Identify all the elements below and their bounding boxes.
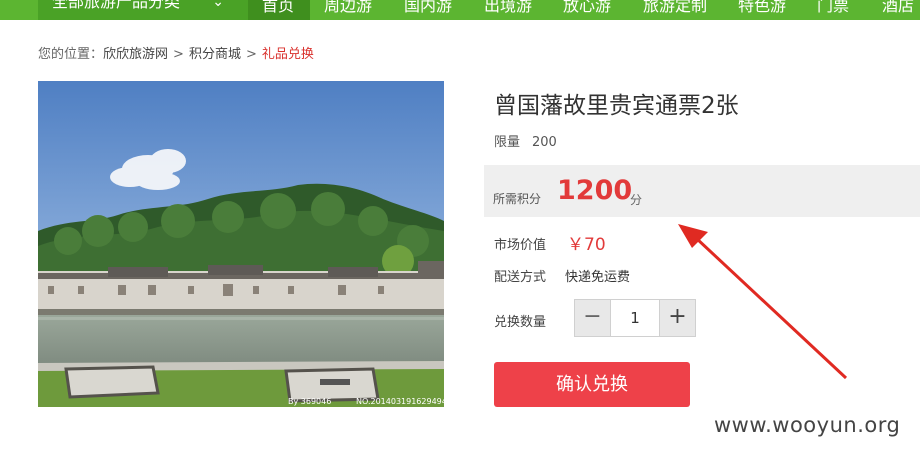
quantity-increase-button[interactable]: + xyxy=(659,300,695,336)
nav-item-featured[interactable]: 特色游 xyxy=(738,0,786,20)
nav-item-outbound[interactable]: 出境游 xyxy=(484,0,532,20)
product-title: 曾国藩故里贵宾通票2张 xyxy=(494,93,739,119)
shipping-value: 快递免运费 xyxy=(565,270,631,285)
product-image: By 369046 NO.201403191629494 xyxy=(38,81,444,407)
confirm-exchange-button[interactable]: 确认兑换 xyxy=(494,362,690,407)
chevron-down-icon: ⌄ xyxy=(212,0,224,10)
site-watermark: www.wooyun.org xyxy=(714,413,901,437)
nav-item-domestic[interactable]: 国内游 xyxy=(404,0,452,20)
market-value: ￥70 xyxy=(567,235,606,255)
nav-item-worry-free[interactable]: 放心游 xyxy=(563,0,611,20)
nav-item-home[interactable]: 首页 xyxy=(248,0,310,20)
quantity-decrease-button[interactable]: − xyxy=(575,300,611,336)
image-watermark-author: By 369046 xyxy=(288,397,332,406)
breadcrumb-current: 礼品兑换 xyxy=(261,47,314,62)
category-dropdown-label: 全部旅游产品分类 xyxy=(52,0,181,11)
shipping-label: 配送方式 xyxy=(494,270,547,285)
quantity-input[interactable] xyxy=(612,300,658,336)
points-label: 所需积分 xyxy=(493,192,542,206)
quantity-label: 兑换数量 xyxy=(494,315,547,330)
limit-row: 限量 200 xyxy=(494,131,557,150)
nav-item-tickets[interactable]: 门票 xyxy=(817,0,849,20)
points-value: 1200 xyxy=(557,175,633,206)
breadcrumb-separator: > xyxy=(173,47,184,62)
breadcrumb: 您的位置：欣欣旅游网 > 积分商城 > 礼品兑换 xyxy=(38,43,314,62)
points-box: 所需积分 1200 分 xyxy=(484,165,920,217)
limit-label: 限量 xyxy=(494,135,521,150)
scenic-photo xyxy=(38,81,444,407)
category-dropdown[interactable]: 全部旅游产品分类 ⌄ xyxy=(38,0,248,20)
breadcrumb-separator: > xyxy=(245,47,257,62)
nav-item-custom[interactable]: 旅游定制 xyxy=(643,0,707,20)
nav-item-nearby[interactable]: 周边游 xyxy=(324,0,372,20)
breadcrumb-prefix: 您的位置： xyxy=(38,47,104,62)
breadcrumb-link-points-mall[interactable]: 积分商城 xyxy=(189,47,241,62)
nav-item-hotel[interactable]: 酒店 xyxy=(882,0,914,20)
market-value-label: 市场价值 xyxy=(494,238,547,253)
points-unit: 分 xyxy=(630,193,643,207)
top-nav: 全部旅游产品分类 ⌄ 首页 周边游 国内游 出境游 放心游 旅游定制 特色游 门… xyxy=(0,0,920,20)
breadcrumb-link-home[interactable]: 欣欣旅游网 xyxy=(103,47,168,62)
image-watermark-number: NO.201403191629494 xyxy=(356,397,444,406)
limit-value: 200 xyxy=(532,135,557,150)
quantity-stepper: − + xyxy=(574,299,696,337)
